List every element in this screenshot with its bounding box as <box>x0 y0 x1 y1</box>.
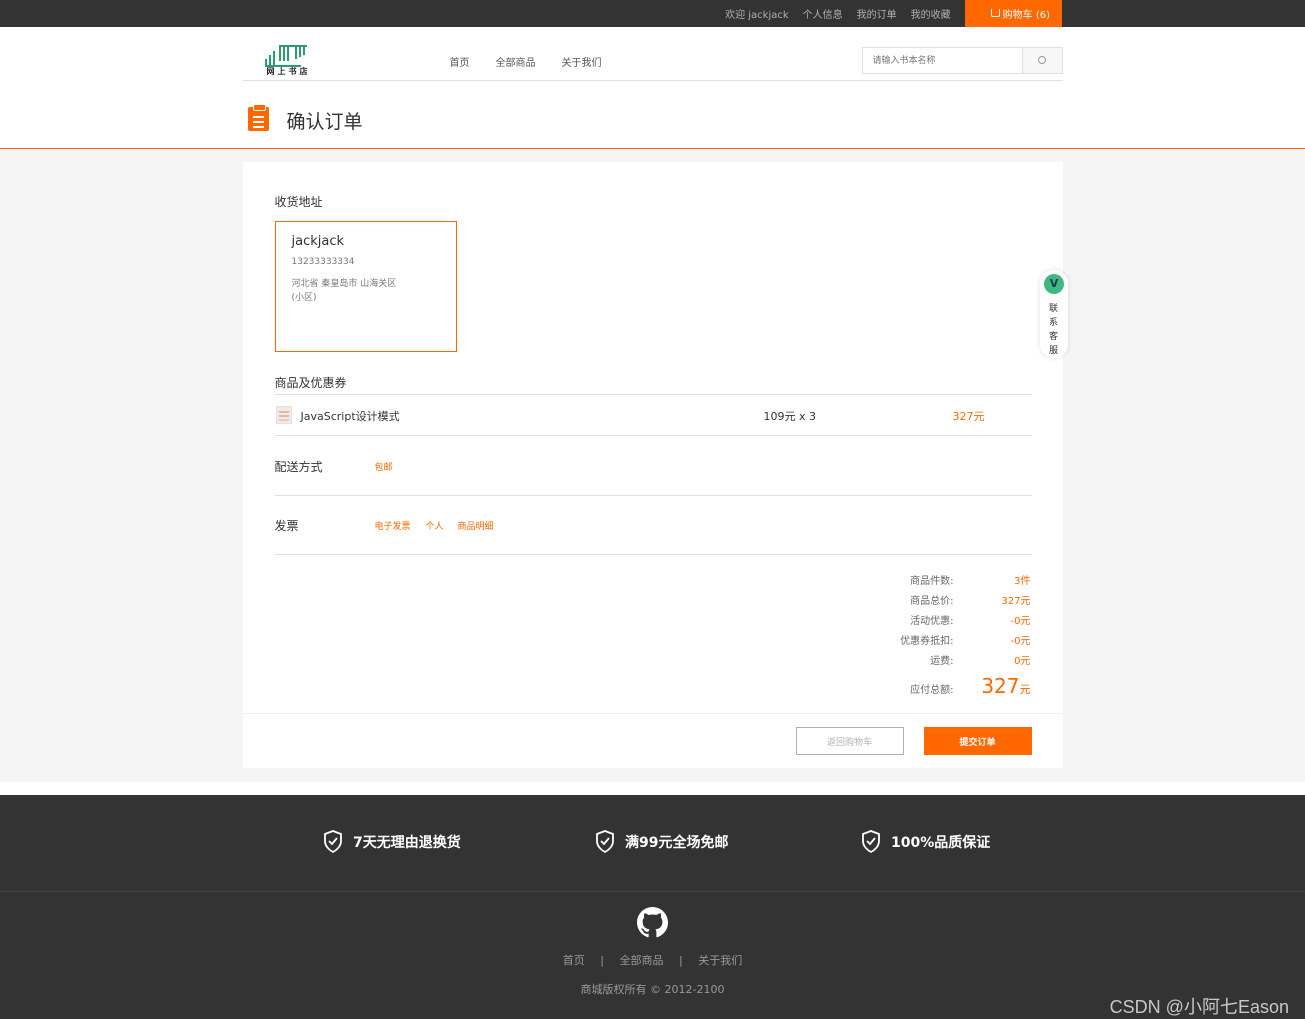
nav-all-goods[interactable]: 全部商品 <box>496 54 536 69</box>
promise-text: 100%品质保证 <box>891 834 991 851</box>
address-detail: 河北省 秦皇岛市 山海关区 (小区) <box>291 279 397 303</box>
summary-value: 327元 <box>1001 596 1031 607</box>
search-box <box>861 47 1063 74</box>
my-favorites-link[interactable]: 我的收藏 <box>911 6 951 21</box>
summary-value: 3件 <box>1014 576 1031 587</box>
customer-service-label: 联系客服 <box>1049 304 1059 356</box>
summary-value: 0元 <box>1014 656 1031 667</box>
footer-link-about[interactable]: 关于我们 <box>698 954 742 967</box>
shield-check-icon <box>862 830 880 853</box>
summary-value: -0元 <box>1010 636 1031 647</box>
search-input[interactable] <box>862 48 1023 73</box>
customer-service-widget[interactable]: V 联系客服 <box>1040 270 1068 358</box>
invoice-option-electronic[interactable]: 电子发票 <box>375 519 411 532</box>
summary-total-row: 应付总额: 327元 <box>811 674 1031 698</box>
summary-key: 运费: <box>930 656 954 667</box>
search-button[interactable] <box>1022 48 1062 73</box>
summary-row: 优惠券抵扣: -0元 <box>811 632 1031 647</box>
delivery-label: 配送方式 <box>274 460 323 474</box>
nav-about[interactable]: 关于我们 <box>562 54 602 69</box>
summary-row: 商品件数: 3件 <box>811 572 1031 587</box>
summary-row: 运费: 0元 <box>811 652 1031 667</box>
cart-icon <box>990 8 1000 17</box>
footer-link-home[interactable]: 首页 <box>563 954 585 967</box>
cart-label: 购物车 (6) <box>1002 10 1050 21</box>
shield-check-icon <box>596 830 614 853</box>
site-footer: 7天无理由退换货 满99元全场免邮 100%品质保证 首页 | 全部商品 | 关… <box>0 795 1305 1019</box>
watermark: CSDN @小阿七Eason <box>1109 997 1289 1017</box>
total-unit: 元 <box>1019 683 1031 696</box>
main-area: 收货地址 jackjack 13233333334 河北省 秦皇岛市 山海关区 … <box>0 149 1305 782</box>
separator: | <box>600 954 604 967</box>
promise-text: 7天无理由退换货 <box>353 834 461 851</box>
goods-section-label: 商品及优惠券 <box>274 376 347 390</box>
page-title: 确认订单 <box>286 111 363 133</box>
address-card[interactable]: jackjack 13233333334 河北省 秦皇岛市 山海关区 (小区) <box>274 221 457 352</box>
promise-text: 满99元全场免邮 <box>625 834 729 851</box>
address-name: jackjack <box>291 234 345 249</box>
summary-key: 优惠券抵扣: <box>900 636 954 647</box>
top-bar: 欢迎 jackjack 个人信息 我的订单 我的收藏 购物车 (6) <box>0 0 1305 27</box>
github-icon[interactable] <box>637 907 668 938</box>
footer-link-all-goods[interactable]: 全部商品 <box>620 954 664 967</box>
my-orders-link[interactable]: 我的订单 <box>857 6 897 21</box>
nav-home[interactable]: 首页 <box>450 54 470 69</box>
promise-item: 7天无理由退换货 <box>323 830 461 853</box>
goods-thumbnail <box>275 406 292 424</box>
footer-links: 首页 | 全部商品 | 关于我们 <box>0 952 1305 968</box>
welcome-text: 欢迎 jackjack <box>725 10 789 21</box>
summary-key: 活动优惠: <box>910 616 954 627</box>
total-value: 327元 <box>954 674 1031 698</box>
page-title-bar: 确认订单 <box>0 81 1305 149</box>
separator: | <box>679 954 683 967</box>
shield-check-icon <box>324 830 342 853</box>
main-nav: 首页 全部商品 关于我们 <box>450 54 628 69</box>
goods-total: 327元 <box>952 410 985 423</box>
promise-item: 满99元全场免邮 <box>595 830 728 853</box>
summary-key: 商品件数: <box>910 576 954 587</box>
cart-button[interactable]: 购物车 (6) <box>964 0 1062 27</box>
goods-price: 109元 x 3 <box>763 410 817 423</box>
search-icon <box>1037 56 1046 64</box>
total-amount: 327 <box>981 674 1020 698</box>
divider <box>274 495 1032 496</box>
clipboard-icon <box>247 104 269 131</box>
summary-row: 活动优惠: -0元 <box>811 612 1031 627</box>
invoice-option-detail[interactable]: 商品明细 <box>458 519 494 532</box>
site-header: 网上书店 首页 全部商品 关于我们 <box>242 27 1063 81</box>
invoice-label: 发票 <box>274 519 299 533</box>
address-phone: 13233333334 <box>291 257 355 267</box>
delivery-option[interactable]: 包邮 <box>375 460 393 473</box>
promise-item: 100%品质保证 <box>861 830 990 853</box>
summary-row: 商品总价: 327元 <box>811 592 1031 607</box>
back-to-cart-button[interactable]: 返回购物车 <box>795 727 904 755</box>
profile-link[interactable]: 个人信息 <box>803 6 843 21</box>
submit-order-button[interactable]: 提交订单 <box>923 727 1032 755</box>
divider <box>274 554 1032 555</box>
vue-badge-icon: V <box>1044 274 1064 294</box>
address-section-label: 收货地址 <box>274 195 323 209</box>
summary-key: 商品总价: <box>910 596 954 607</box>
order-panel: 收货地址 jackjack 13233333334 河北省 秦皇岛市 山海关区 … <box>242 162 1063 768</box>
total-key: 应付总额: <box>910 685 954 696</box>
summary-value: -0元 <box>1010 616 1031 627</box>
logo-text: 网上书店 <box>266 67 311 76</box>
invoice-option-personal[interactable]: 个人 <box>426 519 444 532</box>
divider <box>274 394 1032 395</box>
promise-bar: 7天无理由退换货 满99元全场免邮 100%品质保证 <box>0 795 1305 892</box>
divider <box>274 435 1032 436</box>
goods-name: JavaScript设计模式 <box>300 410 400 423</box>
divider <box>242 713 1063 714</box>
